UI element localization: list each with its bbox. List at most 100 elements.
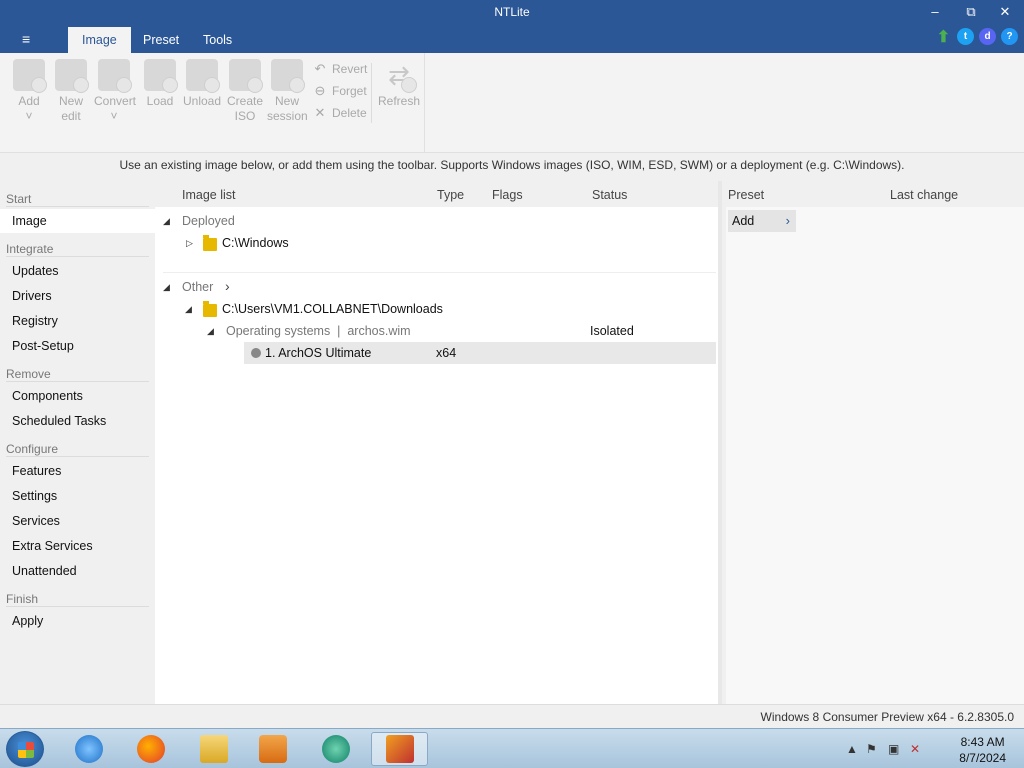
sidebar: Start Image Integrate Updates Drivers Re…	[0, 181, 155, 704]
new-edit-icon	[55, 59, 89, 93]
add-image-icon	[13, 59, 47, 93]
clock-date: 8/7/2024	[959, 751, 1006, 765]
media-player-icon[interactable]	[248, 732, 298, 766]
sidebar-item-drivers[interactable]: Drivers	[12, 289, 52, 303]
discord-icon[interactable]: d	[979, 28, 996, 45]
sidebar-group-configure: Configure	[6, 442, 59, 456]
tab-tools[interactable]: Tools	[189, 27, 246, 53]
ntlite-icon[interactable]	[371, 732, 428, 766]
deployed-path[interactable]: C:\Windows	[222, 236, 289, 250]
status-text: Windows 8 Consumer Preview x64 - 6.2.830…	[760, 710, 1014, 724]
downloads-path[interactable]: C:\Users\VM1.COLLABNET\Downloads	[222, 302, 443, 316]
expand-arrow-icon[interactable]: ▷	[186, 238, 193, 249]
flag-icon[interactable]: ⚑	[866, 742, 877, 756]
column-preset[interactable]: Preset	[728, 188, 764, 202]
other-app-icon[interactable]	[311, 732, 361, 766]
chevron-right-icon[interactable]: ›	[225, 278, 230, 294]
taskbar: ▲ ⚑ ▣ ✕ 8:43 AM 8/7/2024	[0, 728, 1024, 768]
revert-icon: ↶	[314, 61, 326, 76]
revert-button[interactable]: ↶ Revert	[313, 59, 368, 79]
image-list-panel: Image list Type Flags Status ◢ Deployed …	[155, 181, 718, 704]
sidebar-item-unattended[interactable]: Unattended	[12, 564, 77, 578]
sidebar-group-start: Start	[6, 192, 32, 206]
sidebar-item-apply[interactable]: Apply	[12, 614, 43, 628]
tab-preset[interactable]: Preset	[129, 27, 193, 53]
network-icon[interactable]: ▣	[888, 742, 899, 756]
collapse-downloads-icon[interactable]: ◢	[185, 304, 192, 315]
preset-add-button[interactable]: Add ›	[728, 210, 796, 232]
add-button[interactable]: Add ˅	[9, 59, 49, 124]
unload-button[interactable]: Unload	[182, 59, 222, 109]
edition-type: x64	[436, 346, 457, 360]
sidebar-item-components[interactable]: Components	[12, 389, 83, 403]
system-tray: ▲ ⚑ ▣ ✕ 8:43 AM 8/7/2024	[824, 729, 1024, 768]
sidebar-item-post-setup[interactable]: Post-Setup	[12, 339, 74, 353]
close-button[interactable]: ✕	[990, 2, 1020, 22]
column-image-list[interactable]: Image list	[182, 188, 236, 202]
show-hidden-icons-icon[interactable]: ▲	[846, 742, 858, 756]
chevron-right-icon: ›	[785, 213, 790, 228]
maximize-button[interactable]: ⧉	[956, 2, 986, 22]
clock[interactable]: 8:43 AM 8/7/2024	[959, 734, 1006, 766]
sidebar-item-features[interactable]: Features	[12, 464, 61, 478]
sidebar-item-updates[interactable]: Updates	[12, 264, 59, 278]
firefox-icon[interactable]	[126, 732, 176, 766]
column-last-change[interactable]: Last change	[890, 188, 958, 202]
tab-image[interactable]: Image	[68, 27, 131, 53]
folder-icon	[203, 235, 217, 251]
group-deployed: Deployed	[182, 214, 235, 228]
folder-icon	[203, 301, 217, 317]
unload-icon	[186, 59, 220, 93]
column-type[interactable]: Type	[437, 188, 464, 202]
column-flags[interactable]: Flags	[492, 188, 523, 202]
load-button[interactable]: Load	[140, 59, 180, 109]
forget-icon: ⊖	[314, 83, 326, 98]
new-edit-button[interactable]: New edit	[51, 59, 91, 124]
sidebar-item-settings[interactable]: Settings	[12, 489, 57, 503]
status-bar: Windows 8 Consumer Preview x64 - 6.2.830…	[0, 704, 1024, 728]
internet-explorer-icon[interactable]	[64, 732, 114, 766]
image-list-header: Image list Type Flags Status	[155, 181, 718, 207]
info-message: Use an existing image below, or add them…	[0, 153, 1024, 181]
window-title: NTLite	[494, 5, 530, 19]
hamburger-icon[interactable]: ≡	[22, 31, 30, 47]
new-session-button[interactable]: New session	[267, 59, 308, 124]
title-bar: NTLite – ⧉ ✕ ≡ Image Preset Tools ⬆ t d …	[0, 0, 1024, 53]
image-status-dot-icon	[251, 348, 261, 358]
sidebar-group-remove: Remove	[6, 367, 51, 381]
collapse-deployed-icon[interactable]: ◢	[163, 216, 170, 227]
os-group-status: Isolated	[590, 324, 634, 338]
sidebar-group-integrate: Integrate	[6, 242, 54, 256]
new-session-icon	[271, 59, 305, 93]
convert-button[interactable]: Convert ˅	[94, 59, 136, 124]
os-group-label[interactable]: Operating systems | archos.wim	[226, 324, 411, 338]
delete-button[interactable]: ✕ Delete	[313, 103, 367, 123]
update-arrow-icon[interactable]: ⬆	[935, 28, 952, 46]
help-icon[interactable]: ?	[1001, 28, 1018, 45]
create-iso-button[interactable]: Create ISO	[225, 59, 265, 124]
sidebar-item-services[interactable]: Services	[12, 514, 60, 528]
collapse-other-icon[interactable]: ◢	[163, 282, 170, 293]
file-explorer-icon[interactable]	[189, 732, 239, 766]
sidebar-item-registry[interactable]: Registry	[12, 314, 58, 328]
sidebar-group-finish: Finish	[6, 592, 39, 606]
preset-panel: Preset Last change Add ›	[718, 181, 1024, 704]
ribbon-toolbar: Add ˅ New edit Convert ˅ Load Unload Cre…	[0, 53, 1024, 153]
column-status[interactable]: Status	[592, 188, 627, 202]
sidebar-item-scheduled-tasks[interactable]: Scheduled Tasks	[12, 414, 106, 428]
start-button[interactable]	[6, 731, 44, 767]
sidebar-item-extra-services[interactable]: Extra Services	[12, 539, 93, 553]
refresh-button[interactable]: ⇄ Refresh	[377, 59, 421, 109]
minimize-button[interactable]: –	[920, 2, 950, 22]
create-iso-icon	[229, 59, 263, 93]
volume-muted-icon[interactable]: ✕	[910, 742, 920, 756]
twitter-icon[interactable]: t	[957, 28, 974, 45]
clock-time: 8:43 AM	[960, 735, 1005, 749]
edition-name[interactable]: 1. ArchOS Ultimate	[265, 346, 371, 360]
sidebar-item-image[interactable]: Image	[0, 209, 155, 233]
load-icon	[144, 59, 178, 93]
convert-icon	[98, 59, 132, 93]
forget-button[interactable]: ⊖ Forget	[313, 81, 367, 101]
refresh-icon: ⇄	[383, 59, 417, 93]
collapse-os-icon[interactable]: ◢	[207, 326, 214, 337]
